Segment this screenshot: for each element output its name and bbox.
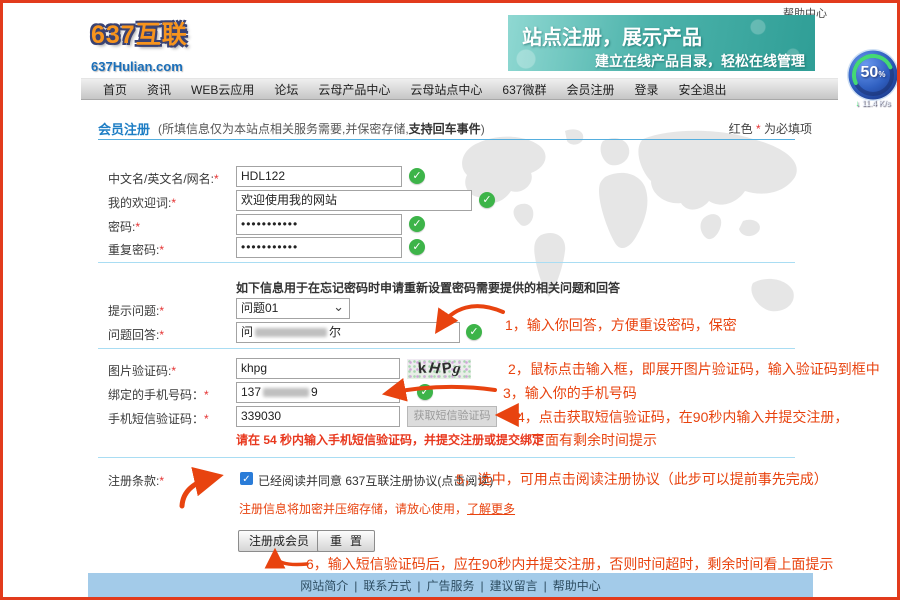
nav-item-news[interactable]: 资讯: [137, 81, 181, 98]
footer-separator: |: [417, 579, 420, 593]
nav-item-member-register[interactable]: 会员注册: [556, 81, 624, 98]
site-logo[interactable]: 637互联 637Hulian.com: [91, 15, 188, 74]
nav-item-site-center[interactable]: 云母站点中心: [400, 81, 492, 98]
footer-separator: |: [544, 579, 547, 593]
question-select[interactable]: 问题01⌄: [236, 298, 350, 319]
password2-input[interactable]: •••••••••••: [236, 237, 402, 258]
name-input[interactable]: HDL122: [236, 166, 402, 187]
footer-separator: |: [481, 579, 484, 593]
annotation-2: 2，鼠标点击输入框，即展开图片验证码，输入验证码到框中: [508, 359, 880, 379]
download-percent: 50%: [845, 64, 900, 82]
welcome-label: 我的欢迎词:*: [108, 194, 176, 211]
required-note: 红色 * 为必填项: [729, 120, 812, 137]
page-frame: 帮助中心 广告 637互联 637Hulian.com 站点注册，展示产品 建立…: [0, 0, 900, 600]
footer-link-contact[interactable]: 联系方式: [363, 579, 411, 593]
logo-domain: 637Hulian.com: [91, 59, 188, 74]
section-divider-3: [98, 457, 795, 458]
banner-subline: 建立在线产品目录，轻松在线管理: [508, 51, 815, 71]
annotation-6: 6，输入短信验证码后，应在90秒内并提交注册，否则时间超时，剩余时间看上面提示: [306, 554, 833, 574]
annotation-3: 3，输入你的手机号码: [503, 383, 637, 403]
terms-checkbox[interactable]: ✓: [240, 472, 253, 485]
name-label: 中文名/英文名/网名:*: [108, 170, 219, 187]
chevron-down-icon: ⌄: [333, 297, 344, 316]
password2-label: 重复密码:*: [108, 241, 164, 258]
annotation-arrow-6: [275, 554, 307, 565]
page-subtitle: (所填信息仅为本站点相关服务需要,并保密存储,支持回车事件): [158, 120, 485, 137]
nav-item-login[interactable]: 登录: [624, 81, 668, 98]
answer-label: 问题回答:*: [108, 326, 164, 343]
welcome-valid-check-icon: ✓: [479, 192, 495, 208]
learn-more-link[interactable]: 了解更多: [467, 502, 515, 516]
sms-countdown-text: 请在 54 秒内输入手机短信验证码，并提交注册或提交绑定: [236, 431, 544, 448]
question-label: 提示问题:*: [108, 302, 164, 319]
footer-link-feedback[interactable]: 建议留言: [490, 579, 538, 593]
redacted-phone: [263, 388, 309, 397]
phone-input[interactable]: 1379: [236, 382, 400, 403]
nav-item-637-group[interactable]: 637微群: [492, 81, 556, 98]
captcha-label: 图片验证码:*: [108, 362, 176, 379]
download-progress-widget[interactable]: 50% ↓ 11.4 K/s: [845, 47, 900, 119]
footer-link-ad-service[interactable]: 广告服务: [426, 579, 474, 593]
sms-label: 手机短信验证码：*: [108, 410, 209, 427]
main-nav: 首页 资讯 WEB云应用 论坛 云母产品中心 云母站点中心 637微群 会员注册…: [81, 78, 838, 100]
privacy-note: 注册信息将加密并压缩存储，请放心使用，了解更多: [239, 500, 515, 517]
footer-bar: 网站简介 | 联系方式 | 广告服务 | 建议留言 | 帮助中心: [88, 573, 813, 599]
get-sms-code-button[interactable]: 获取短信验证码: [407, 406, 497, 427]
annotation-arrow-3: [389, 387, 495, 393]
footer-link-about[interactable]: 网站简介: [300, 579, 348, 593]
password-label: 密码:*: [108, 218, 140, 235]
captcha-image[interactable]: kHPg: [407, 359, 471, 379]
footer-link-help[interactable]: 帮助中心: [553, 579, 601, 593]
terms-label: 注册条款:*: [108, 472, 164, 489]
captcha-char: g: [451, 359, 461, 379]
logo-title: 637互联: [91, 15, 188, 51]
welcome-input[interactable]: 欢迎使用我的网站: [236, 190, 472, 211]
phone-label: 绑定的手机号码：*: [108, 386, 209, 403]
password-recovery-hint: 如下信息用于在忘记密码时申请重新设置密码需要提供的相关问题和回答: [236, 279, 620, 296]
annotation-arrow-5: [182, 477, 215, 506]
nav-item-safe-logout[interactable]: 安全退出: [668, 81, 736, 98]
annotation-5: 5，选中，可用点击阅读注册协议（此步可以提前事先完成）: [456, 469, 828, 489]
section-divider-2: [98, 348, 795, 349]
reset-button[interactable]: 重置: [317, 530, 375, 552]
redacted-answer: [255, 328, 327, 337]
nav-item-product-center[interactable]: 云母产品中心: [308, 81, 400, 98]
name-valid-check-icon: ✓: [409, 168, 425, 184]
footer-separator: |: [354, 579, 357, 593]
banner-headline: 站点注册，展示产品: [508, 15, 815, 50]
nav-item-forum[interactable]: 论坛: [264, 81, 308, 98]
phone-valid-check-icon: ✓: [417, 384, 433, 400]
answer-input[interactable]: 问尔: [236, 322, 460, 343]
annotation-4b: 下面有剩余时间提示: [531, 430, 657, 450]
down-arrow-icon: ↓: [856, 99, 860, 108]
password-valid-check-icon: ✓: [409, 216, 425, 232]
download-speed: ↓ 11.4 K/s: [845, 99, 900, 108]
annotation-4: 4，点击获取短信验证码，在90秒内输入并提交注册，: [517, 407, 848, 427]
password-input[interactable]: •••••••••••: [236, 214, 402, 235]
nav-item-home[interactable]: 首页: [93, 81, 137, 98]
section-divider-1: [98, 262, 795, 263]
answer-valid-check-icon: ✓: [466, 324, 482, 340]
captcha-char: k: [417, 359, 427, 379]
captcha-input[interactable]: khpg: [236, 358, 400, 379]
page-title: 会员注册: [98, 119, 150, 138]
nav-item-web-cloud-apps[interactable]: WEB云应用: [181, 81, 264, 98]
register-submit-button[interactable]: 注册成会员: [238, 530, 320, 552]
promo-banner[interactable]: 站点注册，展示产品 建立在线产品目录，轻松在线管理: [508, 15, 815, 71]
captcha-char: H: [428, 359, 441, 379]
header-divider: [98, 139, 795, 140]
password2-valid-check-icon: ✓: [409, 239, 425, 255]
annotation-1: 1，输入你回答，方便重设密码，保密: [505, 315, 737, 335]
sms-input[interactable]: 339030: [236, 406, 400, 427]
